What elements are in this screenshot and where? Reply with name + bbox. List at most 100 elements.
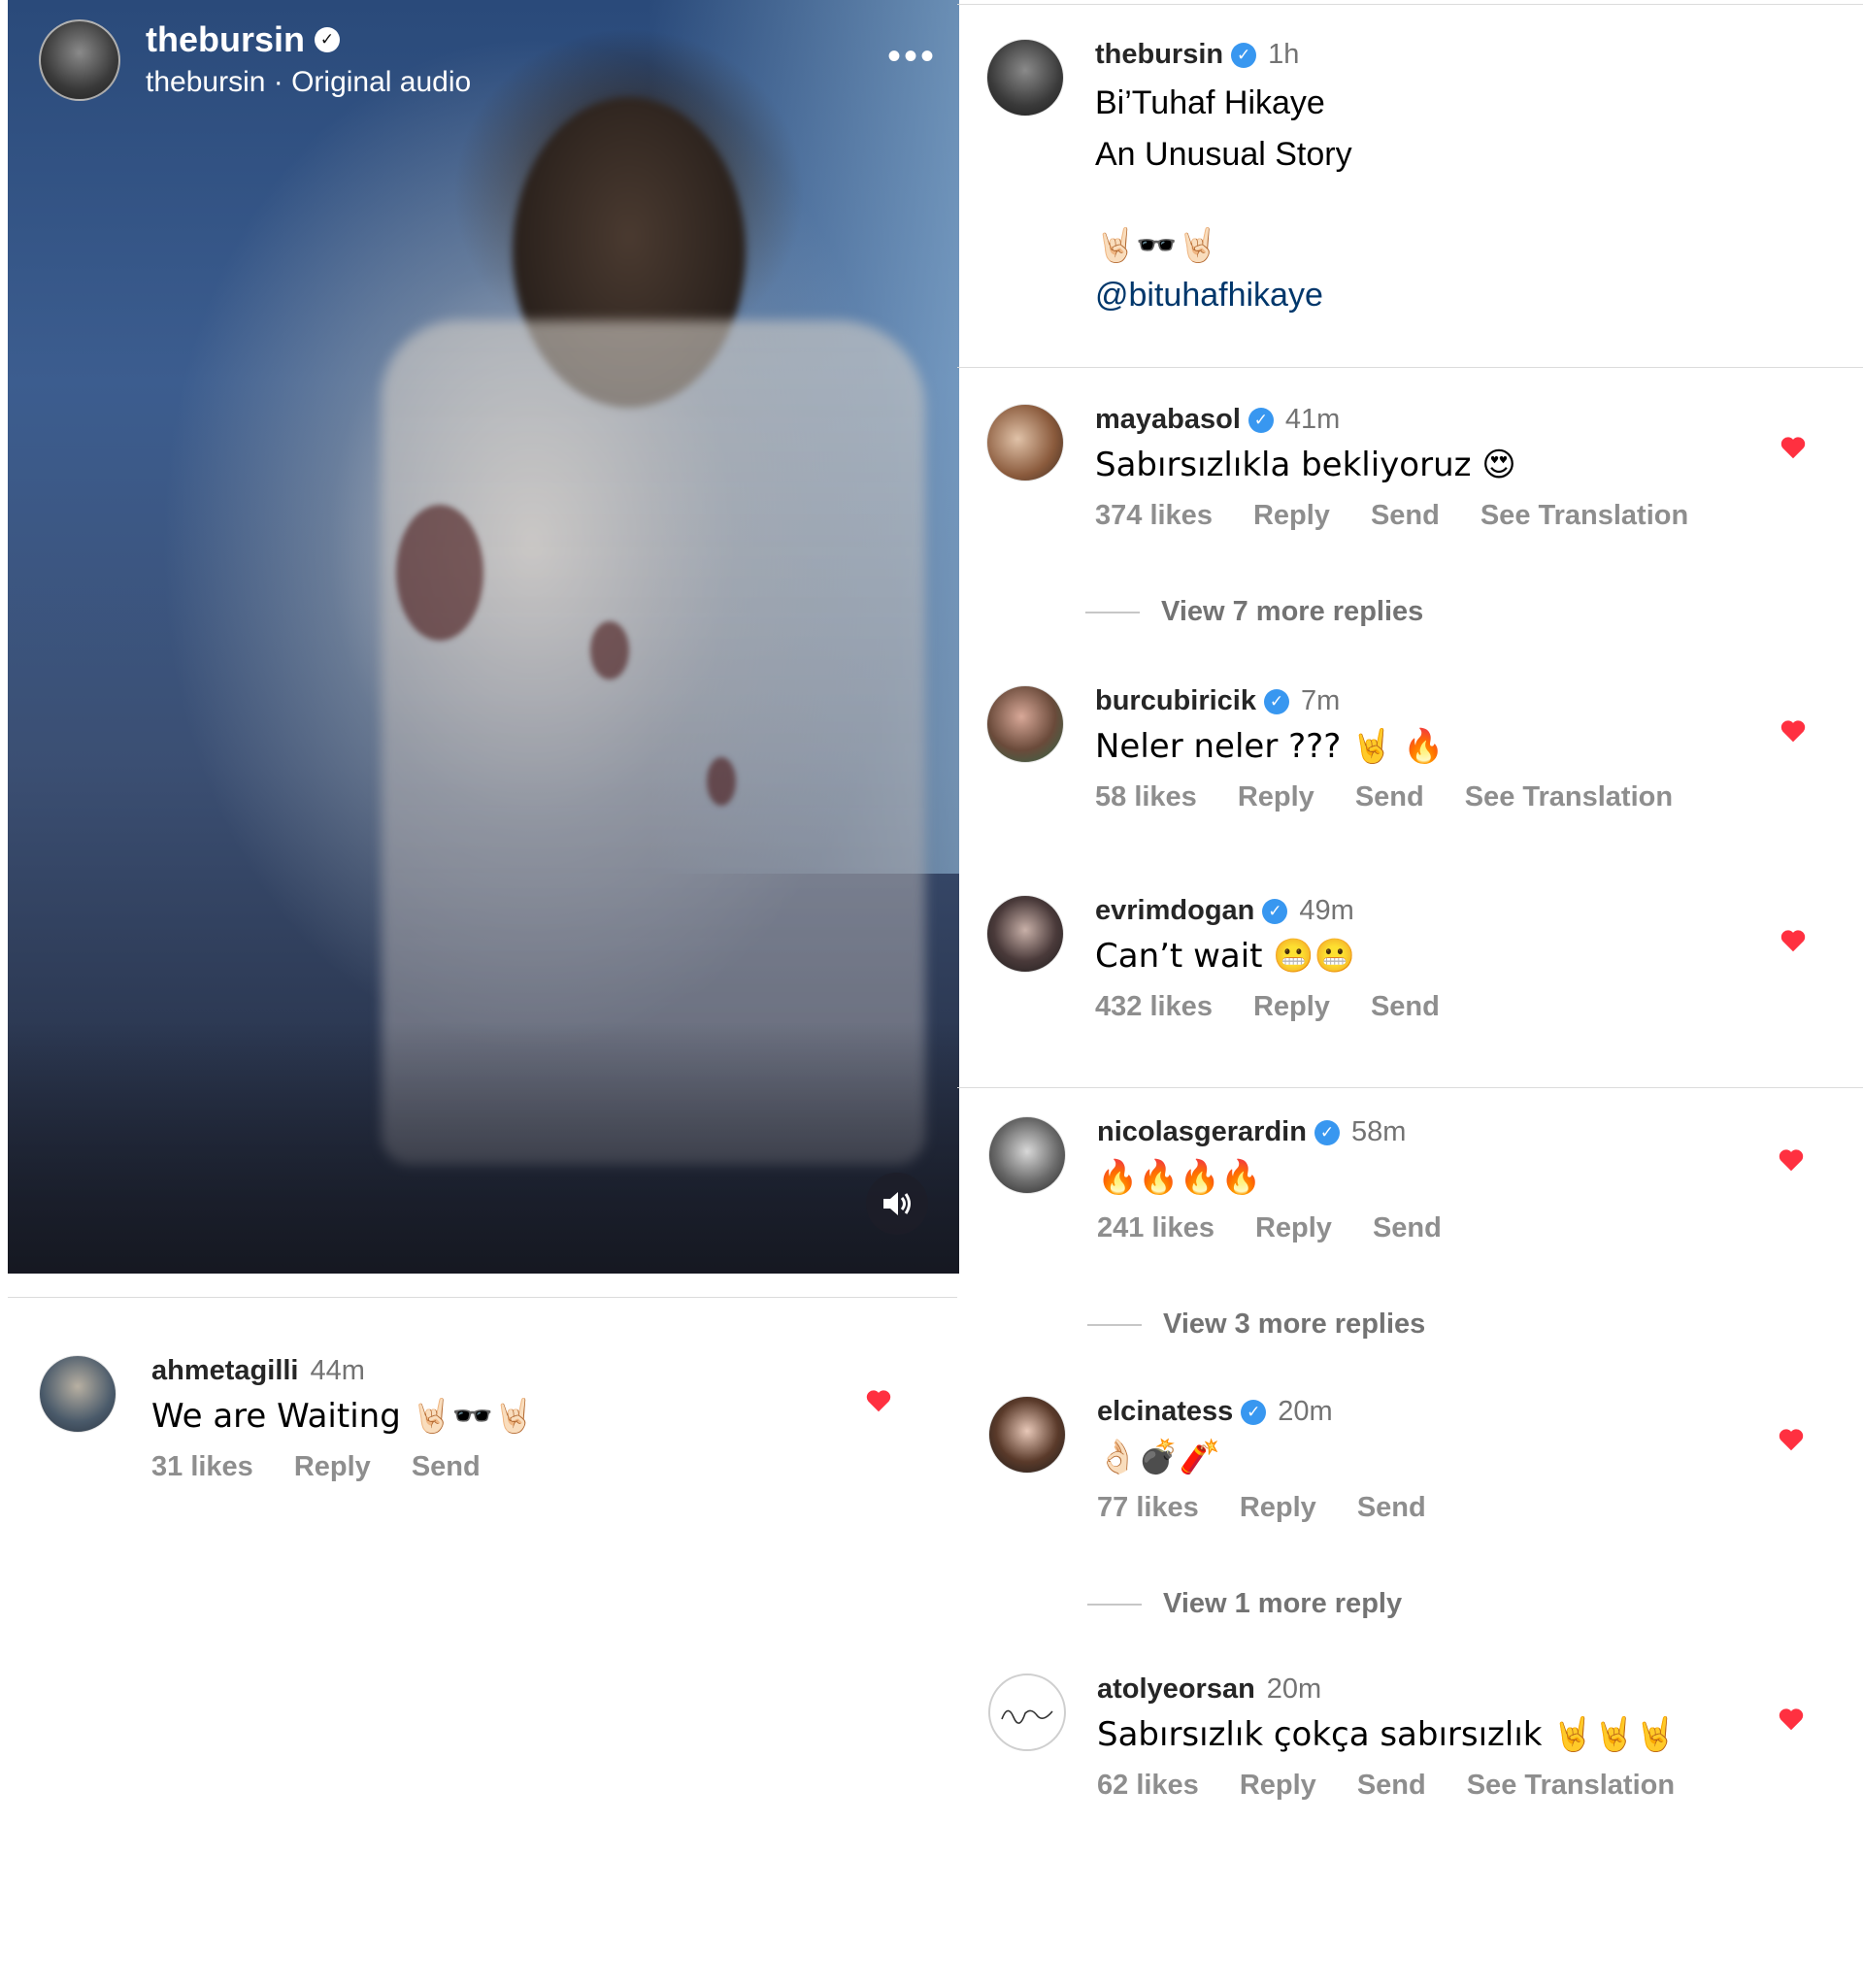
post-header: thebursin ✓ thebursin · Original audio: [39, 19, 471, 101]
speaker-icon[interactable]: [866, 1173, 928, 1235]
verified-badge-icon: ✓: [1241, 1399, 1267, 1425]
send-button[interactable]: Send: [1357, 1770, 1426, 1802]
avatar[interactable]: [986, 404, 1064, 481]
reply-button[interactable]: Reply: [1240, 1770, 1316, 1802]
send-button[interactable]: Send: [1357, 1492, 1426, 1524]
signature-logo-icon: [1001, 1709, 1053, 1724]
comment-username[interactable]: ahmetagilli: [151, 1355, 299, 1387]
verified-badge-icon: ✓: [315, 27, 341, 52]
thread-line: [1087, 1323, 1142, 1326]
heart-icon[interactable]: [1779, 926, 1808, 955]
send-button[interactable]: Send: [412, 1451, 481, 1483]
reply-button[interactable]: Reply: [1253, 991, 1330, 1023]
reply-button[interactable]: Reply: [1253, 500, 1330, 532]
post-username[interactable]: thebursin: [146, 19, 305, 60]
likes-count[interactable]: 58 likes: [1095, 781, 1197, 813]
view-more-label[interactable]: View 3 more replies: [1163, 1309, 1425, 1341]
verified-badge-icon: ✓: [1264, 688, 1289, 714]
likes-count[interactable]: 62 likes: [1097, 1770, 1199, 1802]
comment-time: 49m: [1299, 895, 1354, 926]
send-button[interactable]: Send: [1371, 500, 1440, 532]
comment-text: Neler neler ??? 🤘 🔥: [1095, 727, 1445, 766]
comment-text: 👌🏻💣🧨: [1097, 1438, 1221, 1476]
post-caption: thebursin ✓ 1h Bi’Tuhaf Hikaye An Unusua…: [986, 39, 1352, 315]
avatar[interactable]: [986, 39, 1064, 116]
reply-button[interactable]: Reply: [294, 1451, 371, 1483]
view-more-label[interactable]: View 1 more reply: [1163, 1588, 1402, 1620]
avatar[interactable]: [986, 895, 1064, 973]
heart-icon[interactable]: [864, 1386, 893, 1415]
mention-link[interactable]: @bituhafhikaye: [1095, 277, 1352, 315]
view-more-replies[interactable]: View 1 more reply: [1087, 1588, 1402, 1620]
avatar[interactable]: [988, 1396, 1066, 1474]
video-stain: [707, 757, 736, 806]
caption-emojis: 🤘🏻🕶️🤘🏻: [1095, 226, 1219, 265]
divider: [957, 1087, 1863, 1088]
avatar[interactable]: [986, 685, 1064, 763]
divider: [8, 1297, 957, 1298]
comment-text: We are Waiting 🤘🏻🕶️🤘🏻: [151, 1397, 535, 1436]
comment-time: 58m: [1350, 1116, 1407, 1147]
video-stain: [396, 505, 483, 641]
heart-icon[interactable]: [1777, 1705, 1806, 1734]
see-translation-button[interactable]: See Translation: [1465, 781, 1673, 813]
comment-username[interactable]: evrimdogan: [1095, 895, 1254, 927]
comment-time: 44m: [310, 1355, 365, 1386]
divider: [957, 367, 1863, 368]
likes-count[interactable]: 432 likes: [1095, 991, 1213, 1023]
caption-username[interactable]: thebursin: [1095, 39, 1223, 71]
view-more-label[interactable]: View 7 more replies: [1161, 596, 1423, 628]
thread-line: [1085, 611, 1140, 613]
comment-username[interactable]: nicolasgerardin: [1097, 1116, 1307, 1148]
verified-badge-icon: ✓: [1314, 1119, 1340, 1145]
comment-text: 🔥🔥🔥🔥: [1097, 1158, 1262, 1197]
heart-icon[interactable]: [1779, 433, 1808, 462]
verified-badge-icon: ✓: [1248, 407, 1274, 433]
comment-time: 20m: [1266, 1673, 1322, 1705]
comment-username[interactable]: burcubiricik: [1095, 685, 1256, 717]
likes-count[interactable]: 77 likes: [1097, 1492, 1199, 1524]
avatar[interactable]: [39, 1355, 116, 1433]
more-options-icon[interactable]: •••: [887, 37, 937, 76]
comment-username[interactable]: atolyeorsan: [1097, 1673, 1255, 1706]
caption-line: An Unusual Story: [1095, 136, 1352, 173]
comment-time: 7m: [1301, 685, 1341, 716]
heart-icon[interactable]: [1777, 1145, 1806, 1175]
view-more-replies[interactable]: View 7 more replies: [1085, 596, 1423, 628]
comment-text: Sabırsızlık çokça sabırsızlık 🤘🤘🤘: [1097, 1715, 1677, 1754]
reply-button[interactable]: Reply: [1238, 781, 1314, 813]
comment-item: ahmetagilli 44m We are Waiting 🤘🏻🕶️🤘🏻 31…: [39, 1355, 535, 1483]
post-avatar[interactable]: [39, 19, 120, 101]
heart-icon[interactable]: [1777, 1425, 1806, 1454]
avatar[interactable]: [988, 1673, 1066, 1751]
see-translation-button[interactable]: See Translation: [1480, 500, 1688, 532]
heart-icon[interactable]: [1779, 716, 1808, 746]
likes-count[interactable]: 241 likes: [1097, 1212, 1214, 1244]
reply-button[interactable]: Reply: [1240, 1492, 1316, 1524]
caption-time: 1h: [1268, 39, 1300, 70]
comment-item: burcubiricik ✓ 7m Neler neler ??? 🤘 🔥 58…: [986, 685, 1673, 813]
send-button[interactable]: Send: [1373, 1212, 1442, 1244]
video-stain: [590, 621, 629, 679]
comment-time: 20m: [1278, 1396, 1333, 1427]
reel-video[interactable]: thebursin ✓ thebursin · Original audio •…: [8, 0, 959, 1274]
video-bottom-shade: [8, 1021, 959, 1274]
comment-item: mayabasol ✓ 41m Sabırsızlıkla bekliyoruz…: [986, 404, 1688, 532]
view-more-replies[interactable]: View 3 more replies: [1087, 1309, 1425, 1341]
caption-line: Bi’Tuhaf Hikaye: [1095, 84, 1325, 121]
reply-button[interactable]: Reply: [1255, 1212, 1332, 1244]
thread-line: [1087, 1603, 1142, 1606]
post-audio-label[interactable]: thebursin · Original audio: [146, 66, 471, 99]
comment-username[interactable]: elcinatess: [1097, 1396, 1233, 1428]
likes-count[interactable]: 374 likes: [1095, 500, 1213, 532]
verified-badge-icon: ✓: [1231, 42, 1257, 68]
comment-item: nicolasgerardin ✓ 58m 🔥🔥🔥🔥 241 likes Rep…: [988, 1116, 1442, 1244]
avatar[interactable]: [988, 1116, 1066, 1194]
likes-count[interactable]: 31 likes: [151, 1451, 253, 1483]
send-button[interactable]: Send: [1371, 991, 1440, 1023]
see-translation-button[interactable]: See Translation: [1467, 1770, 1675, 1802]
comment-item: atolyeorsan 20m Sabırsızlık çokça sabırs…: [988, 1673, 1676, 1802]
comment-item: evrimdogan ✓ 49m Can’t wait 😬😬 432 likes…: [986, 895, 1440, 1023]
send-button[interactable]: Send: [1355, 781, 1424, 813]
comment-username[interactable]: mayabasol: [1095, 404, 1241, 436]
